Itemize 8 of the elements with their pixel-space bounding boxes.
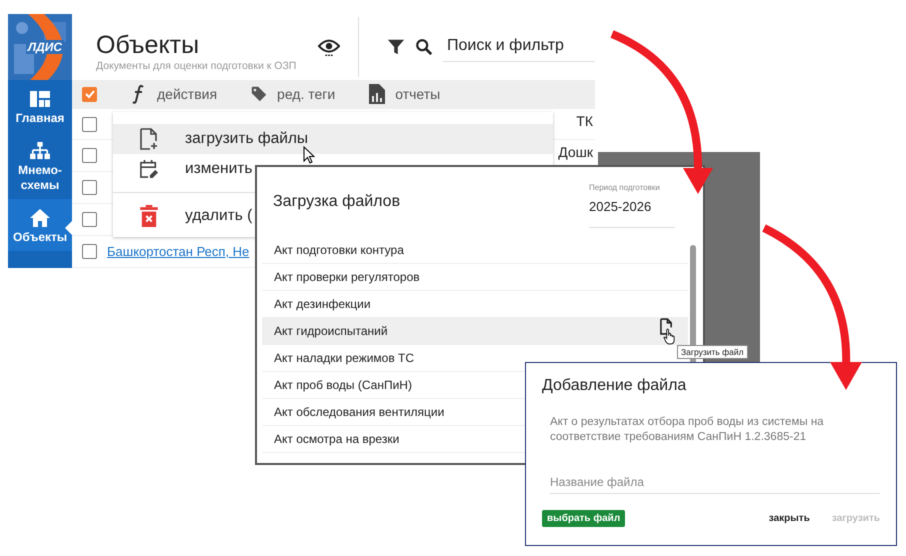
dialog-title: Загрузка файлов [273, 193, 400, 212]
page-subtitle: Документы для оценки подготовки к ОЗП [96, 60, 298, 72]
dialog-title: Добавление файла [542, 377, 688, 395]
table-cell: ТК [576, 114, 593, 128]
table-cell: Дошк [558, 145, 593, 160]
tooltip: Загрузить файл [677, 345, 748, 359]
logo: ЛДИС [8, 14, 72, 80]
page-title: Объекты [96, 31, 200, 60]
